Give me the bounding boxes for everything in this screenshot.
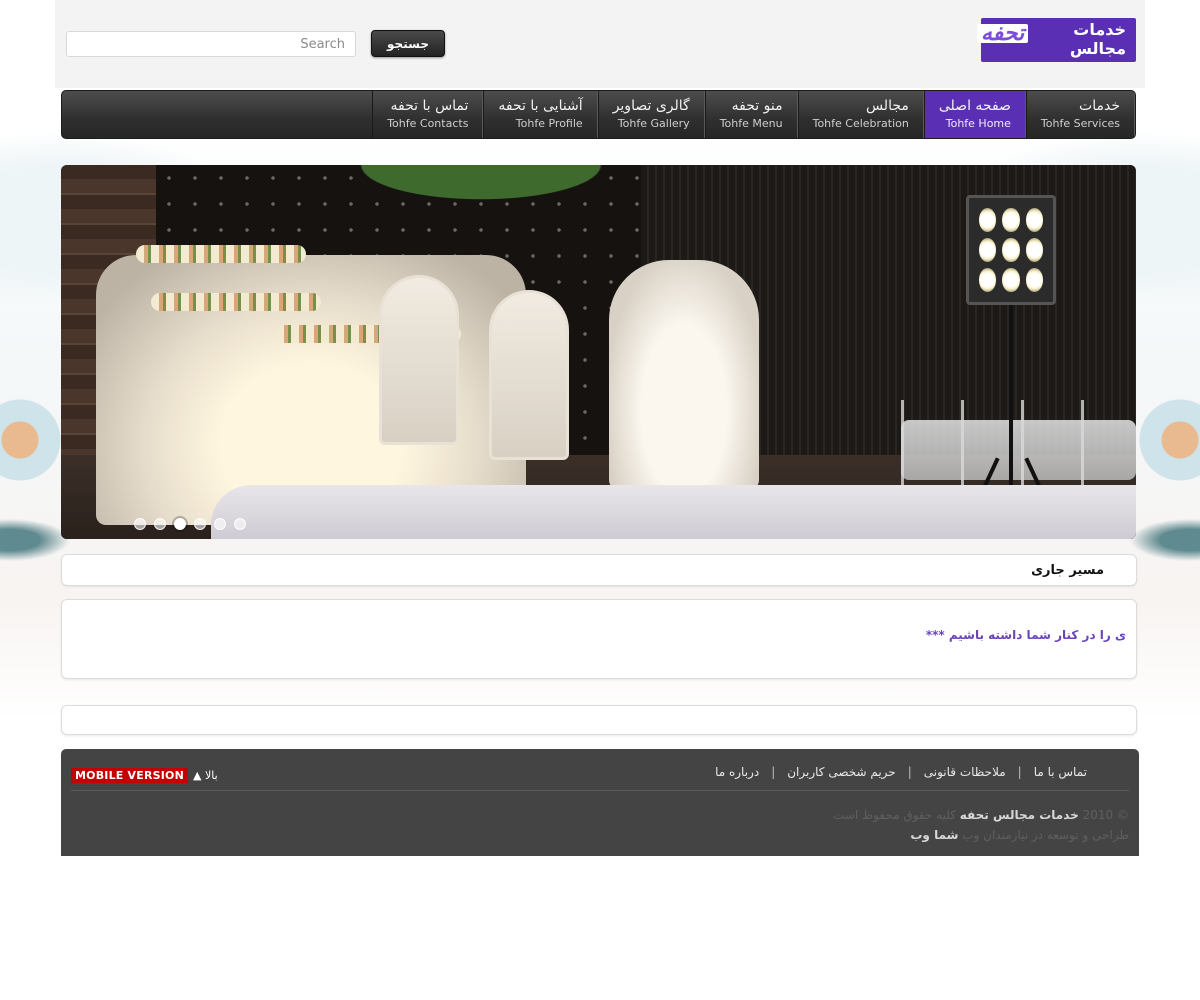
nav-item-home[interactable]: صفحه اصلی Tohfe Home xyxy=(923,91,1026,138)
footer-divider xyxy=(71,790,1129,791)
slider-dot-3[interactable] xyxy=(174,518,186,530)
nav-label-en: Tohfe Celebration xyxy=(812,117,909,130)
slider-dot-5[interactable] xyxy=(214,518,226,530)
footer-links: درباره ما | حریم شخصی کاربران | ملاحظات … xyxy=(703,765,1099,779)
slider-dot-1[interactable] xyxy=(134,518,146,530)
nav-label-fa: تماس با تحفه xyxy=(390,98,469,114)
copyright-brand[interactable]: خدمات مجالس تحفه xyxy=(960,808,1079,822)
copyright: © 2010 خدمات مجالس تحفه کلیه حقوق محفوظ … xyxy=(833,805,1129,845)
footer-link-legal[interactable]: ملاحظات قانونی xyxy=(912,765,1018,779)
nav-label-en: Tohfe Gallery xyxy=(617,117,690,130)
nav-label-en: Tohfe Contacts xyxy=(387,117,469,130)
flower-garland xyxy=(136,245,306,263)
footer-separator: | xyxy=(1017,765,1022,779)
footer-link-about[interactable]: درباره ما xyxy=(703,765,771,779)
hero-slider[interactable] xyxy=(61,165,1136,539)
search-button[interactable]: جستجو xyxy=(371,30,445,57)
slide-image xyxy=(61,165,1136,539)
breadcrumb-label: مسیر جاری xyxy=(1031,563,1104,578)
content-text: ی را در کنار شما داشته باشیم *** xyxy=(925,628,1126,642)
nav-item-celebration[interactable]: مجالس Tohfe Celebration xyxy=(797,91,924,138)
nav-label-fa: گالری تصاویر xyxy=(612,98,690,114)
nav-label-en: Tohfe Menu xyxy=(719,117,783,130)
breadcrumb: مسیر جاری xyxy=(61,554,1137,586)
nav-item-services[interactable]: خدمات Tohfe Services xyxy=(1025,91,1135,138)
nav-label-en: Tohfe Services xyxy=(1040,117,1120,130)
light-stand xyxy=(1009,305,1013,505)
nav-item-profile[interactable]: آشنایی با تحفه Tohfe Profile xyxy=(483,91,598,138)
logo-script: تحفه xyxy=(977,22,1029,44)
footer-separator: | xyxy=(771,765,776,779)
chair xyxy=(379,275,459,445)
nav-label-en: Tohfe Profile xyxy=(515,117,583,130)
slider-dot-4[interactable] xyxy=(194,518,206,530)
footer: درباره ما | حریم شخصی کاربران | ملاحظات … xyxy=(61,749,1139,856)
slider-dot-2[interactable] xyxy=(154,518,166,530)
stage-light xyxy=(966,195,1056,305)
back-to-top-link[interactable]: بالا ▲ xyxy=(193,769,218,782)
background-chairs xyxy=(871,400,1136,490)
nav-label-fa: آشنایی با تحفه xyxy=(498,98,583,114)
design-brand[interactable]: شما وب xyxy=(910,828,958,842)
empty-panel xyxy=(61,705,1137,735)
greenery xyxy=(341,165,621,205)
nav-label-fa: مجالس xyxy=(865,98,909,114)
main-navigation: خدمات Tohfe Services صفحه اصلی Tohfe Hom… xyxy=(61,90,1136,139)
footer-separator: | xyxy=(907,765,912,779)
nav-label-fa: صفحه اصلی xyxy=(938,98,1011,114)
copyright-suffix: کلیه حقوق محفوظ است xyxy=(833,808,956,822)
mobile-version-button[interactable]: MOBILE VERSION xyxy=(71,768,188,783)
copyright-year: © 2010 xyxy=(1082,808,1129,822)
floor-fabric xyxy=(211,485,1136,539)
footer-link-privacy[interactable]: حریم شخصی کاربران xyxy=(775,765,907,779)
design-credit: طراحی و توسعه در نیازمندان وب xyxy=(962,828,1129,842)
site-logo[interactable]: خدمات مجالس تحفه xyxy=(977,18,1136,62)
slider-pagination xyxy=(134,518,246,530)
footer-link-contact[interactable]: تماس با ما xyxy=(1022,765,1099,779)
search-input[interactable] xyxy=(66,31,356,57)
nav-item-gallery[interactable]: گالری تصاویر Tohfe Gallery xyxy=(597,91,705,138)
nav-item-contacts[interactable]: تماس با تحفه Tohfe Contacts xyxy=(372,91,484,138)
slider-dot-6[interactable] xyxy=(234,518,246,530)
nav-label-en: Tohfe Home xyxy=(945,117,1011,130)
content-panel: ی را در کنار شما داشته باشیم *** xyxy=(61,599,1137,679)
nav-label-fa: منو تحفه xyxy=(731,98,783,114)
chair xyxy=(489,290,569,460)
nav-label-fa: خدمات xyxy=(1079,98,1120,114)
nav-item-menu[interactable]: منو تحفه Tohfe Menu xyxy=(704,91,798,138)
decor-cage xyxy=(609,260,759,490)
flower-garland xyxy=(151,293,321,311)
